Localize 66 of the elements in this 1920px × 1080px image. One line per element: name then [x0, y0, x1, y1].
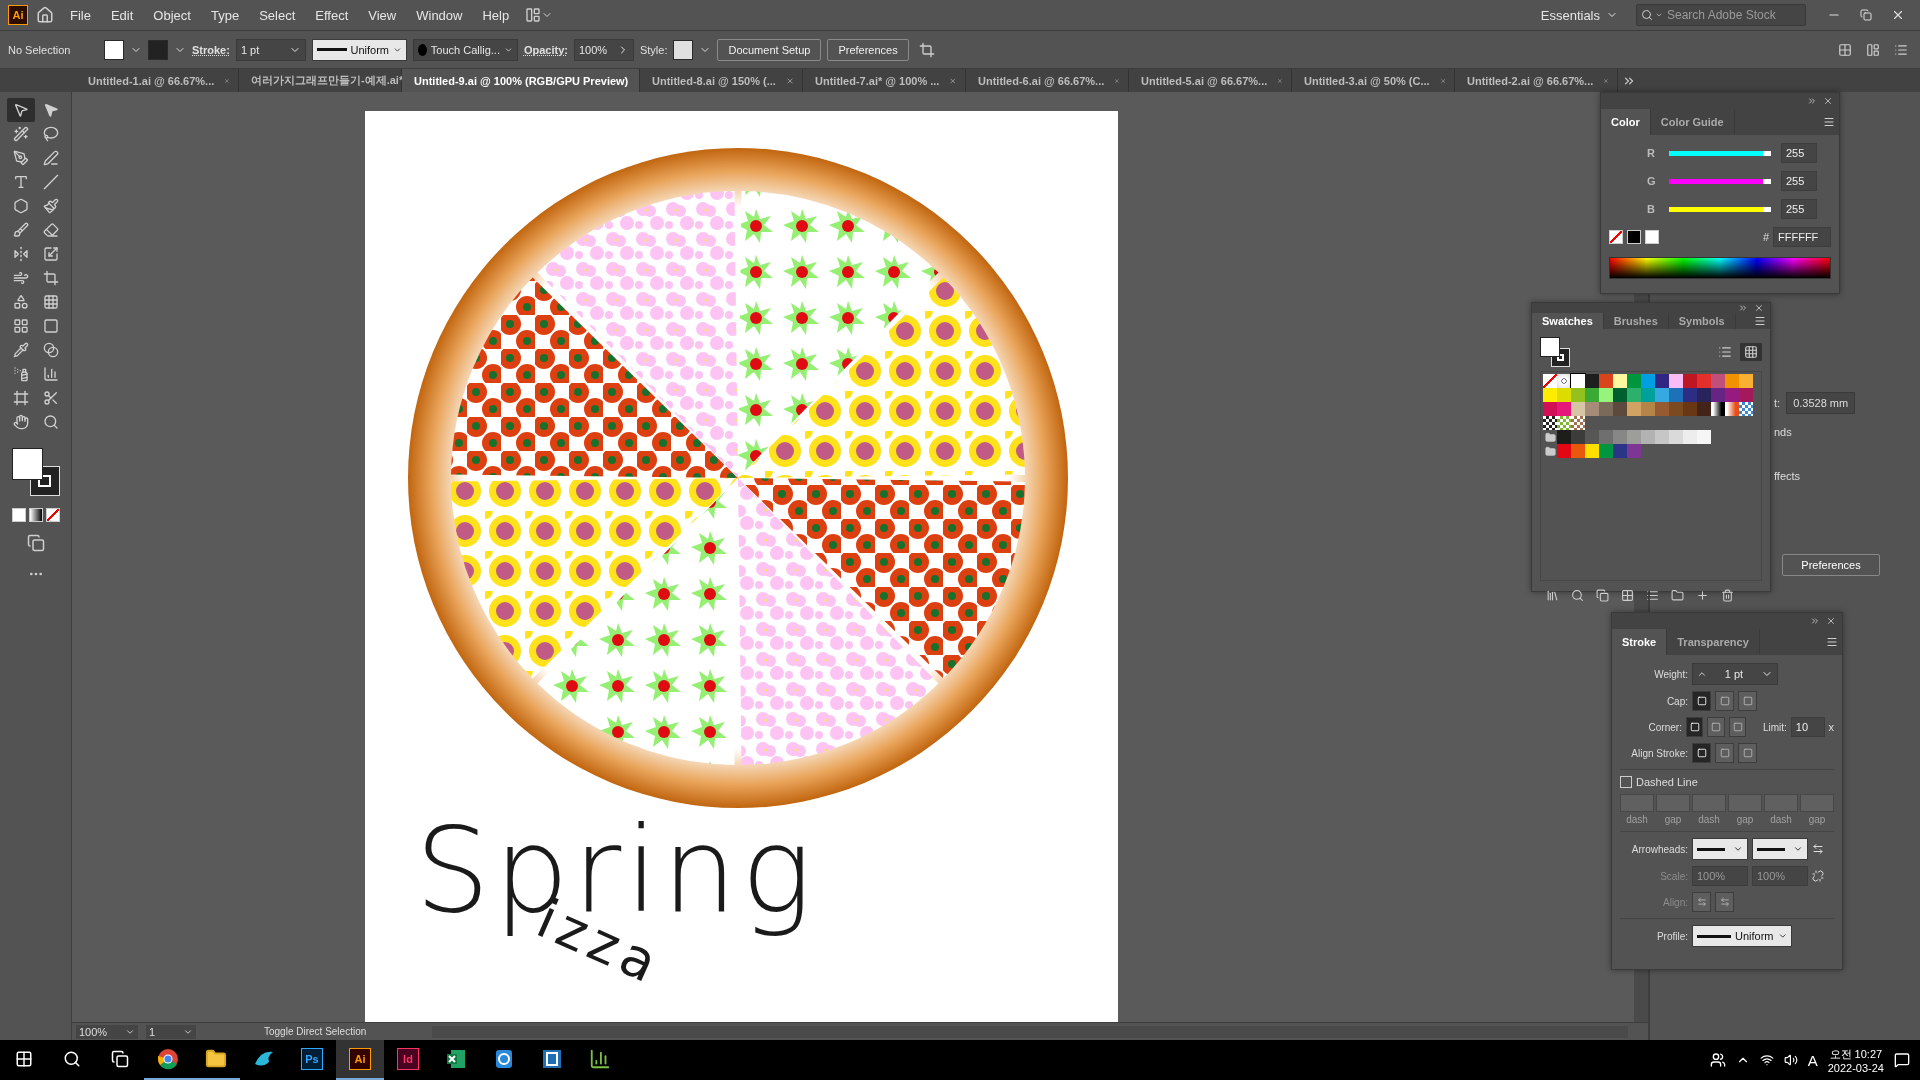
profile-dropdown[interactable]: Uniform [1692, 925, 1792, 947]
field-label: Profile: [1655, 930, 1688, 942]
stroke-label: Stroke: [192, 43, 230, 56]
stroke-weight-field[interactable]: 1 pt [235, 38, 306, 61]
menu-item[interactable]: Help [474, 3, 518, 27]
channel-value-field[interactable]: 255 [1781, 143, 1817, 163]
selection-status: No Selection [8, 43, 72, 56]
profile-dropdown[interactable]: Uniform [311, 38, 407, 61]
dash-label: dash [1626, 814, 1648, 825]
style-label: Style: [639, 43, 668, 56]
field-label: Arrowheads: [1630, 843, 1688, 855]
input-method-indicator[interactable]: A [1807, 1051, 1818, 1069]
channel-value-field[interactable]: 255 [1781, 199, 1817, 219]
menu-item[interactable]: File [62, 3, 99, 27]
zoom-field[interactable]: 100% [76, 1024, 138, 1039]
app-logo: Ai [8, 5, 28, 25]
opacity-field[interactable]: 100% [573, 38, 634, 61]
menu-item[interactable]: Type [202, 3, 248, 27]
field-label: Align: [1662, 896, 1688, 908]
limit-field[interactable]: 10 [1790, 717, 1825, 737]
dash-label: gap [1808, 814, 1826, 825]
status-message: Toggle Direct Selection [264, 1026, 368, 1037]
channel-label: G [1647, 175, 1657, 187]
document-tab[interactable]: Untitled-9.ai @ 100% (RGB/GPU Preview) [402, 69, 640, 92]
field-label: Cap: [1665, 695, 1688, 707]
panel-tab[interactable]: Stroke [1612, 629, 1668, 655]
clock-time[interactable]: 오전 10:27 [1829, 1046, 1883, 1062]
unit-label: x [1828, 721, 1834, 733]
panel-tab[interactable]: Swatches [1532, 313, 1604, 329]
menu-item[interactable]: Window [408, 3, 471, 27]
channel-label: R [1647, 147, 1656, 159]
menu-item[interactable]: View [360, 3, 405, 27]
toolbar-button[interactable]: Document Setup [717, 38, 822, 61]
dash-label: gap [1664, 814, 1682, 825]
dash-label: dash [1770, 814, 1792, 825]
panel-tab[interactable]: Color [1601, 109, 1651, 135]
menu-item[interactable]: Effect [307, 3, 357, 27]
field-label: Weight: [1653, 668, 1688, 680]
channel-label: B [1647, 203, 1656, 215]
workspace-switcher[interactable]: Essentials [1526, 7, 1632, 23]
opacity-label: Opacity: [523, 43, 568, 56]
search-field[interactable]: Search Adobe Stock [1665, 7, 1795, 23]
menu-item[interactable]: Edit [102, 3, 142, 27]
search-bar[interactable]: Search Adobe Stock [1636, 4, 1806, 26]
artboard-number-field[interactable]: 1 [146, 1024, 196, 1039]
preferences-button[interactable]: Preferences [1782, 554, 1880, 576]
hex-field[interactable]: FFFFFF [1773, 227, 1831, 247]
panel-text: nds [1774, 426, 1793, 438]
clock-date[interactable]: 2022-03-24 [1827, 1061, 1884, 1074]
toolbar-button[interactable]: Preferences [827, 38, 909, 61]
stroke-width-field[interactable]: 0.3528 mm [1786, 392, 1856, 414]
dash-label: gap [1736, 814, 1754, 825]
channel-value-field[interactable]: 255 [1781, 171, 1817, 191]
field-label: Limit: [1761, 721, 1787, 733]
taskbar-app-icon[interactable]: Ai [336, 1040, 384, 1080]
checkbox-label: Dashed Line [1636, 776, 1698, 788]
field-label: Align Stroke: [1630, 747, 1688, 759]
brush-dropdown[interactable]: Touch Callig... [412, 38, 518, 61]
panel-text: ffects [1774, 470, 1802, 482]
field-label: t: [1774, 397, 1781, 409]
menu-item[interactable]: Select [251, 3, 304, 27]
dash-label: dash [1698, 814, 1720, 825]
hash-label: # [1762, 231, 1769, 243]
weight-field[interactable]: 1 pt [1692, 663, 1778, 685]
field-label: Corner: [1647, 721, 1682, 733]
menu-item[interactable]: Object [145, 3, 199, 27]
